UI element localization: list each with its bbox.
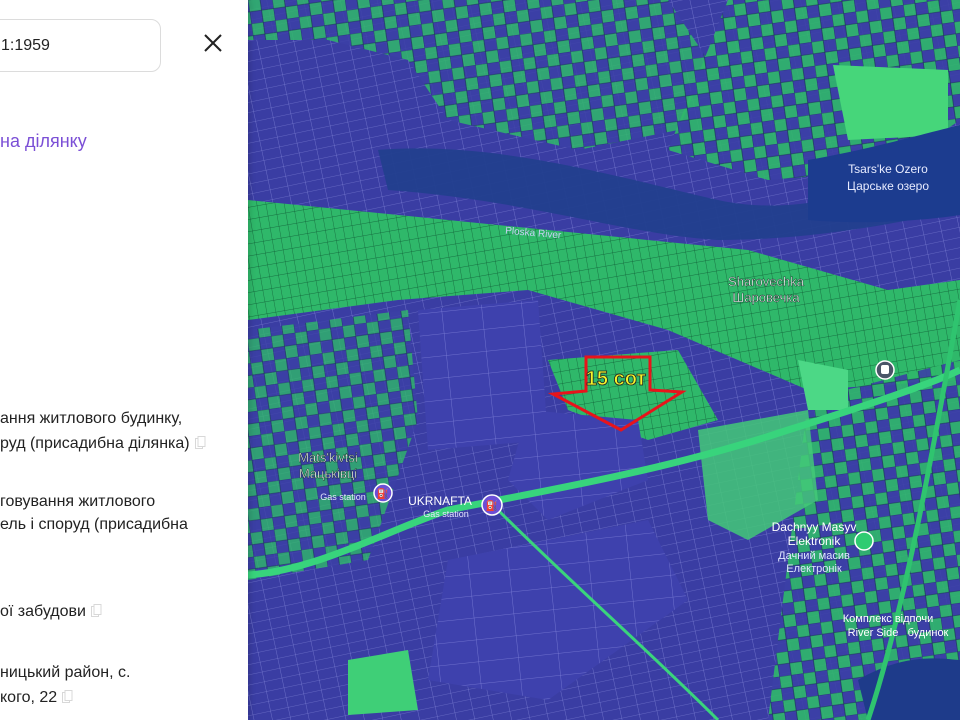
purpose-text-line2-value: руд (присадибна ділянка): [0, 435, 190, 452]
category-text: ої забудови: [0, 600, 102, 623]
cadastral-search-input[interactable]: 1:1959: [0, 19, 161, 72]
plot-size-label: 15 сот: [586, 368, 647, 390]
dacha-pin[interactable]: [854, 531, 874, 551]
copy-icon[interactable]: [194, 436, 206, 449]
park-area: [833, 65, 948, 140]
copy-icon[interactable]: [90, 604, 102, 617]
ukrnafta-label: UKRNAFTA: [408, 494, 472, 508]
green-area: [348, 650, 418, 715]
train-icon: [881, 365, 889, 374]
village-label-en: Sharovechka: [728, 274, 805, 289]
parcel-link[interactable]: на ділянку: [0, 130, 87, 153]
village-label-ua: Шаровечка: [732, 290, 800, 305]
dacha-label-ua: Дачний масив: [778, 550, 850, 562]
parcel-info-panel: 1:1959 на ділянку ання житлового будинку…: [0, 0, 248, 720]
purpose2-text-line1: говування житлового: [0, 493, 156, 510]
resort-label-en: River Side: [848, 627, 899, 639]
search-value: 1:1959: [1, 36, 50, 54]
dacha-label-en: Dachnyy Masyv: [772, 520, 857, 534]
purpose-text-line1: ання житлового будинку,: [0, 410, 183, 427]
close-button[interactable]: [198, 28, 228, 58]
gas-station-label: Gas station: [320, 492, 366, 502]
lake-label-ua: Царське озеро: [847, 179, 929, 193]
category-text-value: ої забудови: [0, 603, 86, 620]
purpose2-text-line2: ель і споруд (присадибна: [0, 516, 188, 533]
village2-label-en: Mats'kivtsi: [298, 450, 358, 465]
resort-label-ua: Комплекс відпочи: [843, 613, 934, 625]
purpose-text-line2: руд (присадибна ділянка): [0, 432, 206, 455]
fuel-icon: ⛽: [486, 499, 498, 512]
copy-icon[interactable]: [62, 690, 73, 703]
resort-label-ua2: будинок: [908, 627, 949, 639]
dacha-label-en2: Elektronik: [788, 534, 842, 548]
address-text-line2: кого, 22: [0, 686, 73, 709]
map-canvas[interactable]: 15 сот Tsars'ke Ozero Царське озеро Plos…: [248, 0, 960, 720]
dacha-label-ua2: Електронік: [786, 563, 842, 575]
village2-label-ua: Мацьківці: [299, 466, 357, 481]
lake-label-en: Tsars'ke Ozero: [848, 162, 928, 176]
address-text-line2-value: кого, 22: [0, 689, 58, 706]
close-icon: [204, 34, 222, 52]
cadastral-map[interactable]: 15 сот Tsars'ke Ozero Царське озеро Plos…: [248, 0, 960, 720]
address-text-line1: ницький район, с.: [0, 664, 131, 681]
ukrnafta-sub-label: Gas station: [423, 509, 469, 519]
fuel-icon: ⛽: [377, 487, 389, 500]
